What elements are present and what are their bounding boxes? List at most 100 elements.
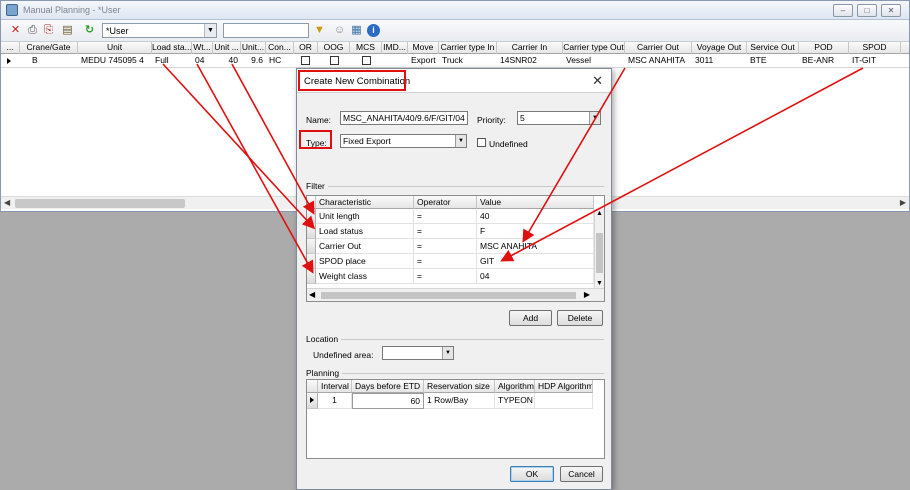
- col-header-carrier-type-out[interactable]: Carrier type Out: [563, 42, 625, 54]
- priority-select[interactable]: 5 ▼: [517, 111, 601, 125]
- type-select[interactable]: Fixed Export ▼: [340, 134, 467, 148]
- planning-header-hdp-algorithm[interactable]: HDP Algorithm: [535, 380, 593, 393]
- table-row[interactable]: B MEDU 745095 4 Full 04 40 9.6 HC Export…: [1, 54, 909, 68]
- cell-container[interactable]: HC: [266, 54, 294, 68]
- planning-cell-reservation-size[interactable]: 1 Row/Bay: [424, 393, 495, 409]
- print-preview-icon[interactable]: ⎘: [42, 24, 55, 37]
- filter-cell-operator[interactable]: =: [414, 254, 477, 269]
- cell-service-out[interactable]: BTE: [747, 54, 799, 68]
- col-header-pod[interactable]: POD: [799, 42, 849, 54]
- row-selector[interactable]: [307, 209, 316, 224]
- close-button[interactable]: ✕: [881, 4, 901, 17]
- filter-cell-characteristic[interactable]: Load status: [316, 224, 414, 239]
- cell-voyage-out[interactable]: 3011: [692, 54, 747, 68]
- row-selector[interactable]: [307, 224, 316, 239]
- chevron-down-icon[interactable]: ▼: [442, 347, 453, 359]
- cell-load-status[interactable]: Full: [152, 54, 192, 68]
- or-checkbox[interactable]: [301, 56, 310, 65]
- close-icon[interactable]: ✕: [592, 73, 603, 89]
- info-icon[interactable]: i: [367, 24, 380, 37]
- col-header-crane-gate[interactable]: Crane/Gate: [20, 42, 78, 54]
- filter-cell-value[interactable]: 04: [477, 269, 594, 284]
- chevron-down-icon[interactable]: ▼: [204, 24, 216, 37]
- col-header-unit[interactable]: Unit: [78, 42, 152, 54]
- lookup-icon[interactable]: ▦: [350, 24, 363, 37]
- filter-header-value[interactable]: Value: [477, 196, 594, 209]
- chevron-down-icon[interactable]: ▼: [589, 112, 600, 124]
- scroll-left-icon[interactable]: ◀: [4, 198, 10, 207]
- col-header-carrier-out[interactable]: Carrier Out: [625, 42, 692, 54]
- undefined-area-select[interactable]: ▼: [382, 346, 454, 360]
- refresh-icon[interactable]: ↻: [83, 24, 96, 37]
- col-header-imd[interactable]: IMD...: [382, 42, 408, 54]
- print-icon[interactable]: ⎙: [26, 24, 39, 37]
- filter-vertical-scrollbar[interactable]: ▲ ▼: [594, 209, 604, 288]
- minimize-button[interactable]: –: [833, 4, 853, 17]
- oog-checkbox[interactable]: [330, 56, 339, 65]
- filter-header-operator[interactable]: Operator: [414, 196, 477, 209]
- col-header-unit-length[interactable]: Unit ...: [213, 42, 241, 54]
- filter-cell-characteristic[interactable]: SPOD place: [316, 254, 414, 269]
- filter-cell-characteristic[interactable]: Weight class: [316, 269, 414, 284]
- delete-button[interactable]: Delete: [557, 310, 603, 326]
- scroll-thumb[interactable]: [321, 292, 576, 299]
- cell-crane-gate[interactable]: B: [20, 54, 78, 68]
- planning-cell-days-before-etd[interactable]: 60: [352, 393, 424, 409]
- scroll-left-icon[interactable]: ◀: [309, 290, 315, 299]
- planning-header-algorithm[interactable]: Algorithm: [495, 380, 535, 393]
- scroll-thumb[interactable]: [596, 233, 603, 273]
- cell-unit-length[interactable]: 40: [213, 54, 241, 68]
- scroll-down-icon[interactable]: ▼: [596, 280, 603, 287]
- planning-cell-algorithm[interactable]: TYPEON: [495, 393, 535, 409]
- col-header-load-status[interactable]: Load sta...: [152, 42, 192, 54]
- col-header-oog[interactable]: OOG: [318, 42, 350, 54]
- cancel-button[interactable]: Cancel: [560, 466, 603, 482]
- col-header-rowsel[interactable]: ...: [1, 42, 20, 54]
- row-selector[interactable]: [307, 254, 316, 269]
- col-header-weight[interactable]: Wt...: [192, 42, 213, 54]
- filter-icon[interactable]: ▼: [313, 24, 326, 37]
- filter-cell-value[interactable]: 40: [477, 209, 594, 224]
- add-button[interactable]: Add: [509, 310, 552, 326]
- filter-cell-operator[interactable]: =: [414, 239, 477, 254]
- filter-cell-operator[interactable]: =: [414, 269, 477, 284]
- filter-cell-characteristic[interactable]: Carrier Out: [316, 239, 414, 254]
- search-input[interactable]: [223, 23, 309, 38]
- filter-cell-value[interactable]: F: [477, 224, 594, 239]
- col-header-mcs[interactable]: MCS: [350, 42, 382, 54]
- filter-cell-operator[interactable]: =: [414, 209, 477, 224]
- cell-carrier-type-in[interactable]: Truck: [439, 54, 497, 68]
- col-header-voyage-out[interactable]: Voyage Out: [692, 42, 747, 54]
- cell-spod[interactable]: IT-GIT: [849, 54, 901, 68]
- cell-weight[interactable]: 04: [192, 54, 213, 68]
- mcs-checkbox[interactable]: [362, 56, 371, 65]
- name-field[interactable]: MSC_ANAHITA/40/9.6/F/GIT/04: [340, 111, 468, 125]
- chevron-down-icon[interactable]: ▼: [455, 135, 466, 147]
- cell-carrier-out[interactable]: MSC ANAHITA: [625, 54, 692, 68]
- scroll-right-icon[interactable]: ▶: [584, 290, 590, 299]
- cell-pod[interactable]: BE-ANR: [799, 54, 849, 68]
- scroll-thumb[interactable]: [15, 199, 185, 208]
- col-header-carrier-in[interactable]: Carrier In: [497, 42, 563, 54]
- delete-icon[interactable]: ✕: [9, 24, 22, 37]
- col-header-spod[interactable]: SPOD: [849, 42, 901, 54]
- planning-header-interval[interactable]: Interval: [318, 380, 352, 393]
- col-header-carrier-type-in[interactable]: Carrier type In: [439, 42, 497, 54]
- ok-button[interactable]: OK: [510, 466, 554, 482]
- planning-cell-hdp-algorithm[interactable]: [535, 393, 593, 409]
- col-header-container[interactable]: Con...: [266, 42, 294, 54]
- filter-horizontal-scrollbar[interactable]: ◀ ▶: [307, 288, 604, 301]
- planning-header-days-before-etd[interactable]: Days before ETD: [352, 380, 424, 393]
- undefined-checkbox[interactable]: [477, 138, 486, 147]
- user-icon[interactable]: ☺: [333, 24, 346, 37]
- cell-unit-height[interactable]: 9.6: [241, 54, 266, 68]
- col-header-move[interactable]: Move: [408, 42, 439, 54]
- col-header-unit-height[interactable]: Unit...: [241, 42, 266, 54]
- cell-unit[interactable]: MEDU 745095 4: [78, 54, 152, 68]
- col-header-service-out[interactable]: Service Out: [747, 42, 799, 54]
- col-header-or[interactable]: OR: [294, 42, 318, 54]
- maximize-button[interactable]: □: [857, 4, 877, 17]
- filter-cell-value[interactable]: GIT: [477, 254, 594, 269]
- row-selector[interactable]: [307, 239, 316, 254]
- export-icon[interactable]: ▤: [61, 24, 74, 37]
